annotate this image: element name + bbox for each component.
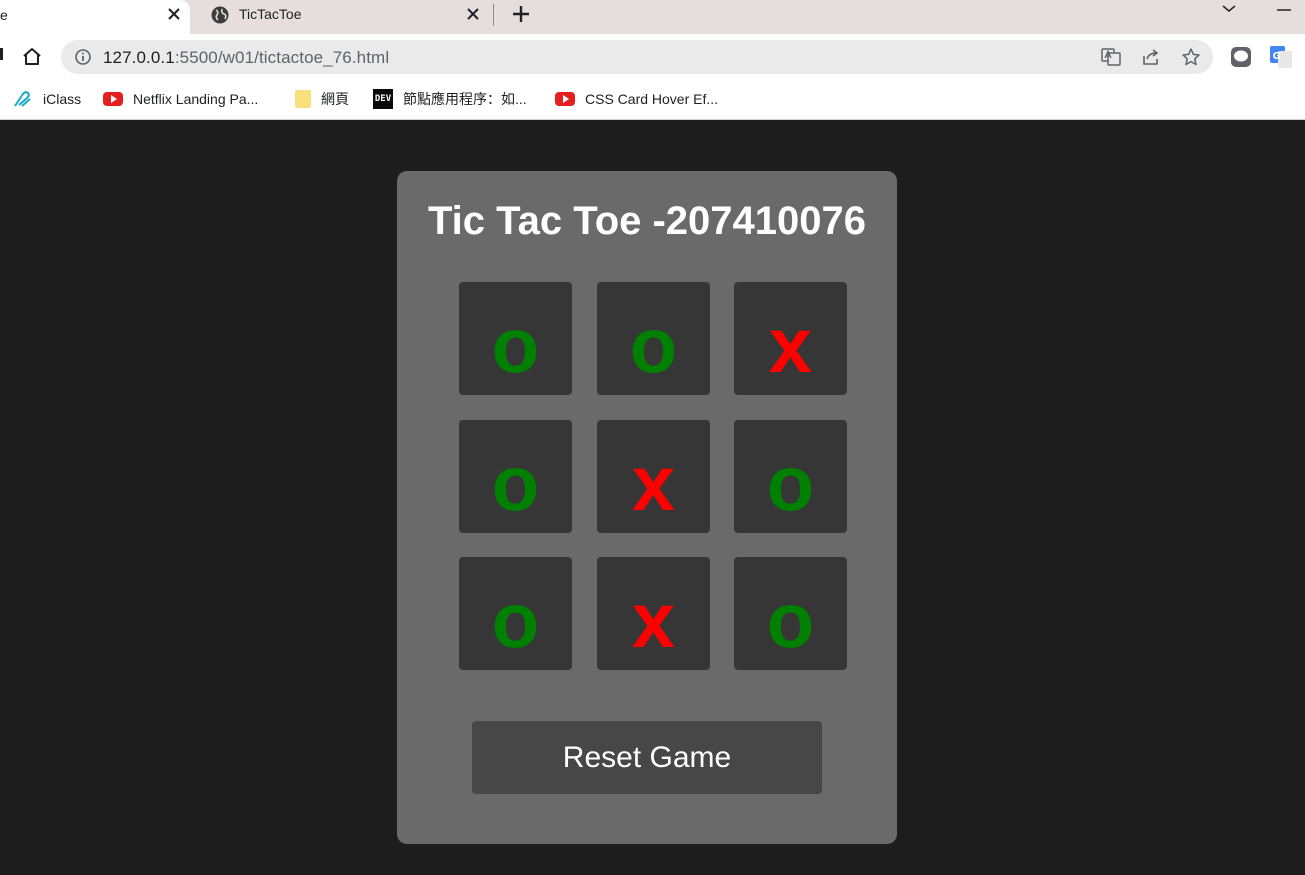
cell-mark: o xyxy=(491,300,540,389)
url-path: :5500/w01/tictactoe_76.html xyxy=(174,48,390,67)
youtube-icon xyxy=(555,91,575,107)
globe-icon xyxy=(210,5,230,30)
board-cell[interactable]: o xyxy=(734,420,847,533)
tab-title: TicTacToe xyxy=(239,6,302,22)
tab-search-icon[interactable] xyxy=(1222,0,1238,12)
bookmarks-bar: iClass Netflix Landing Pa... 網頁 DEV 節點應用… xyxy=(0,80,1305,120)
bookmark-label: CSS Card Hover Ef... xyxy=(585,91,719,107)
bookmark-label: 節點應用程序：如... xyxy=(403,91,527,107)
dev-badge: DEV xyxy=(373,89,393,109)
tab-title: e xyxy=(0,7,8,23)
bookmark-star-icon[interactable] xyxy=(1181,47,1201,67)
home-icon[interactable] xyxy=(20,45,44,69)
google-translate-extension-icon[interactable]: G xyxy=(1270,46,1292,68)
iclass-icon xyxy=(13,91,33,107)
cell-mark: o xyxy=(766,575,815,664)
bookmark-label: 網頁 xyxy=(321,91,349,107)
bookmark-folder[interactable]: 網頁 xyxy=(295,88,349,110)
game-container: Tic Tac Toe -207410076 o o x o x o o x o… xyxy=(397,171,897,844)
bookmark-iclass[interactable]: iClass xyxy=(13,88,81,110)
url-text: 127.0.0.1:5500/w01/tictactoe_76.html xyxy=(103,48,389,68)
bookmark-netflix[interactable]: Netflix Landing Pa... xyxy=(103,88,258,110)
close-tab-icon[interactable] xyxy=(464,5,482,23)
board-cell[interactable]: o xyxy=(459,420,572,533)
back-icon[interactable] xyxy=(0,48,3,60)
cell-mark: o xyxy=(491,575,540,664)
tab-strip: e TicTacToe xyxy=(0,0,1305,34)
bookmark-label: Netflix Landing Pa... xyxy=(133,91,259,107)
cell-mark: o xyxy=(629,300,678,389)
line-extension-icon[interactable] xyxy=(1230,46,1252,68)
board-cell[interactable]: o xyxy=(734,557,847,670)
bookmark-css-card[interactable]: CSS Card Hover Ef... xyxy=(555,88,718,110)
cell-mark: o xyxy=(491,438,540,527)
board-cell[interactable]: o xyxy=(459,557,572,670)
tab-tictactoe[interactable]: TicTacToe xyxy=(200,0,495,30)
translate-icon[interactable] xyxy=(1101,47,1121,67)
close-tab-icon[interactable] xyxy=(165,5,183,23)
address-bar[interactable]: 127.0.0.1:5500/w01/tictactoe_76.html xyxy=(61,40,1213,74)
tab-active[interactable]: e xyxy=(0,0,190,34)
site-info-icon[interactable] xyxy=(74,48,92,71)
new-tab-icon[interactable] xyxy=(510,3,532,25)
minimize-icon[interactable] xyxy=(1277,0,1293,11)
board-cell[interactable]: o xyxy=(459,282,572,395)
cell-mark: x xyxy=(631,438,676,527)
game-title: Tic Tac Toe -207410076 xyxy=(427,199,867,243)
url-host: 127.0.0.1 xyxy=(103,48,175,67)
bookmark-dev[interactable]: DEV 節點應用程序：如... xyxy=(373,88,527,110)
folder-icon xyxy=(295,90,311,108)
toolbar: 127.0.0.1:5500/w01/tictactoe_76.html G xyxy=(0,34,1305,80)
reset-game-button[interactable]: Reset Game xyxy=(472,721,822,794)
cell-mark: x xyxy=(768,300,813,389)
board-cell[interactable]: x xyxy=(597,420,710,533)
cell-mark: x xyxy=(631,575,676,664)
youtube-icon xyxy=(103,91,123,107)
tab-divider xyxy=(493,4,494,26)
board-cell[interactable]: o xyxy=(597,282,710,395)
cell-mark: o xyxy=(766,438,815,527)
bookmark-label: iClass xyxy=(43,91,82,107)
board-cell[interactable]: x xyxy=(734,282,847,395)
svg-text:G: G xyxy=(1273,51,1281,62)
dev-icon: DEV xyxy=(373,89,393,109)
share-icon[interactable] xyxy=(1141,47,1161,67)
board-cell[interactable]: x xyxy=(597,557,710,670)
